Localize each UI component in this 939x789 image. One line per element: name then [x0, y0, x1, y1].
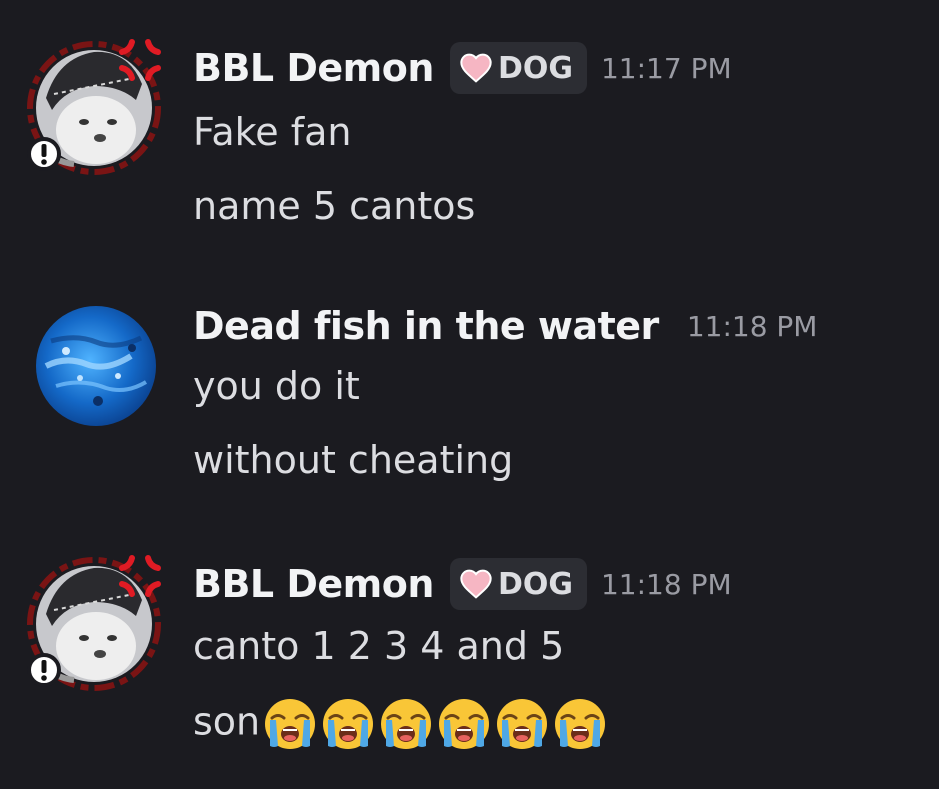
loudly-crying-face-icon[interactable] — [494, 696, 550, 752]
loudly-crying-face-icon[interactable] — [552, 696, 608, 752]
username[interactable]: BBL Demon — [193, 46, 434, 90]
water-avatar-icon — [36, 306, 156, 426]
timestamp[interactable]: 11:18 PM — [687, 310, 818, 343]
message-header: Dead fish in the water 11:18 PM — [193, 296, 817, 356]
heart-icon — [460, 569, 492, 599]
avatar[interactable] — [24, 38, 164, 178]
chat-window: BBL Demon DOG 11:17 PM Fake fan name 5 c… — [0, 0, 939, 789]
avatar[interactable] — [24, 296, 164, 436]
guild-tag[interactable]: DOG — [449, 558, 587, 610]
avatar[interactable] — [24, 554, 164, 694]
message-text: name 5 cantos — [193, 184, 476, 228]
message-header: BBL Demon DOG 11:17 PM — [193, 38, 732, 98]
exclamation-badge-icon — [26, 652, 62, 688]
message-text: son — [193, 699, 261, 744]
loudly-crying-face-icon[interactable] — [320, 696, 376, 752]
anger-symbol-icon — [118, 38, 162, 82]
emoji-row — [260, 696, 608, 752]
username[interactable]: BBL Demon — [193, 562, 434, 606]
guild-tag[interactable]: DOG — [449, 42, 587, 94]
loudly-crying-face-icon[interactable] — [436, 696, 492, 752]
loudly-crying-face-icon[interactable] — [262, 696, 318, 752]
guild-tag-label: DOG — [497, 50, 573, 86]
loudly-crying-face-icon[interactable] — [378, 696, 434, 752]
anger-symbol-icon — [118, 554, 162, 598]
message-text: you do it — [193, 364, 360, 408]
timestamp[interactable]: 11:18 PM — [601, 568, 732, 601]
message-text: canto 1 2 3 4 and 5 — [193, 624, 565, 668]
message-text: Fake fan — [193, 110, 352, 154]
message-header: BBL Demon DOG 11:18 PM — [193, 554, 732, 614]
guild-tag-label: DOG — [497, 566, 573, 602]
exclamation-badge-icon — [26, 136, 62, 172]
message-text: without cheating — [193, 438, 514, 482]
message-text-with-emojis: son — [193, 696, 608, 752]
heart-icon — [460, 53, 492, 83]
timestamp[interactable]: 11:17 PM — [601, 52, 732, 85]
username[interactable]: Dead fish in the water — [193, 304, 659, 348]
